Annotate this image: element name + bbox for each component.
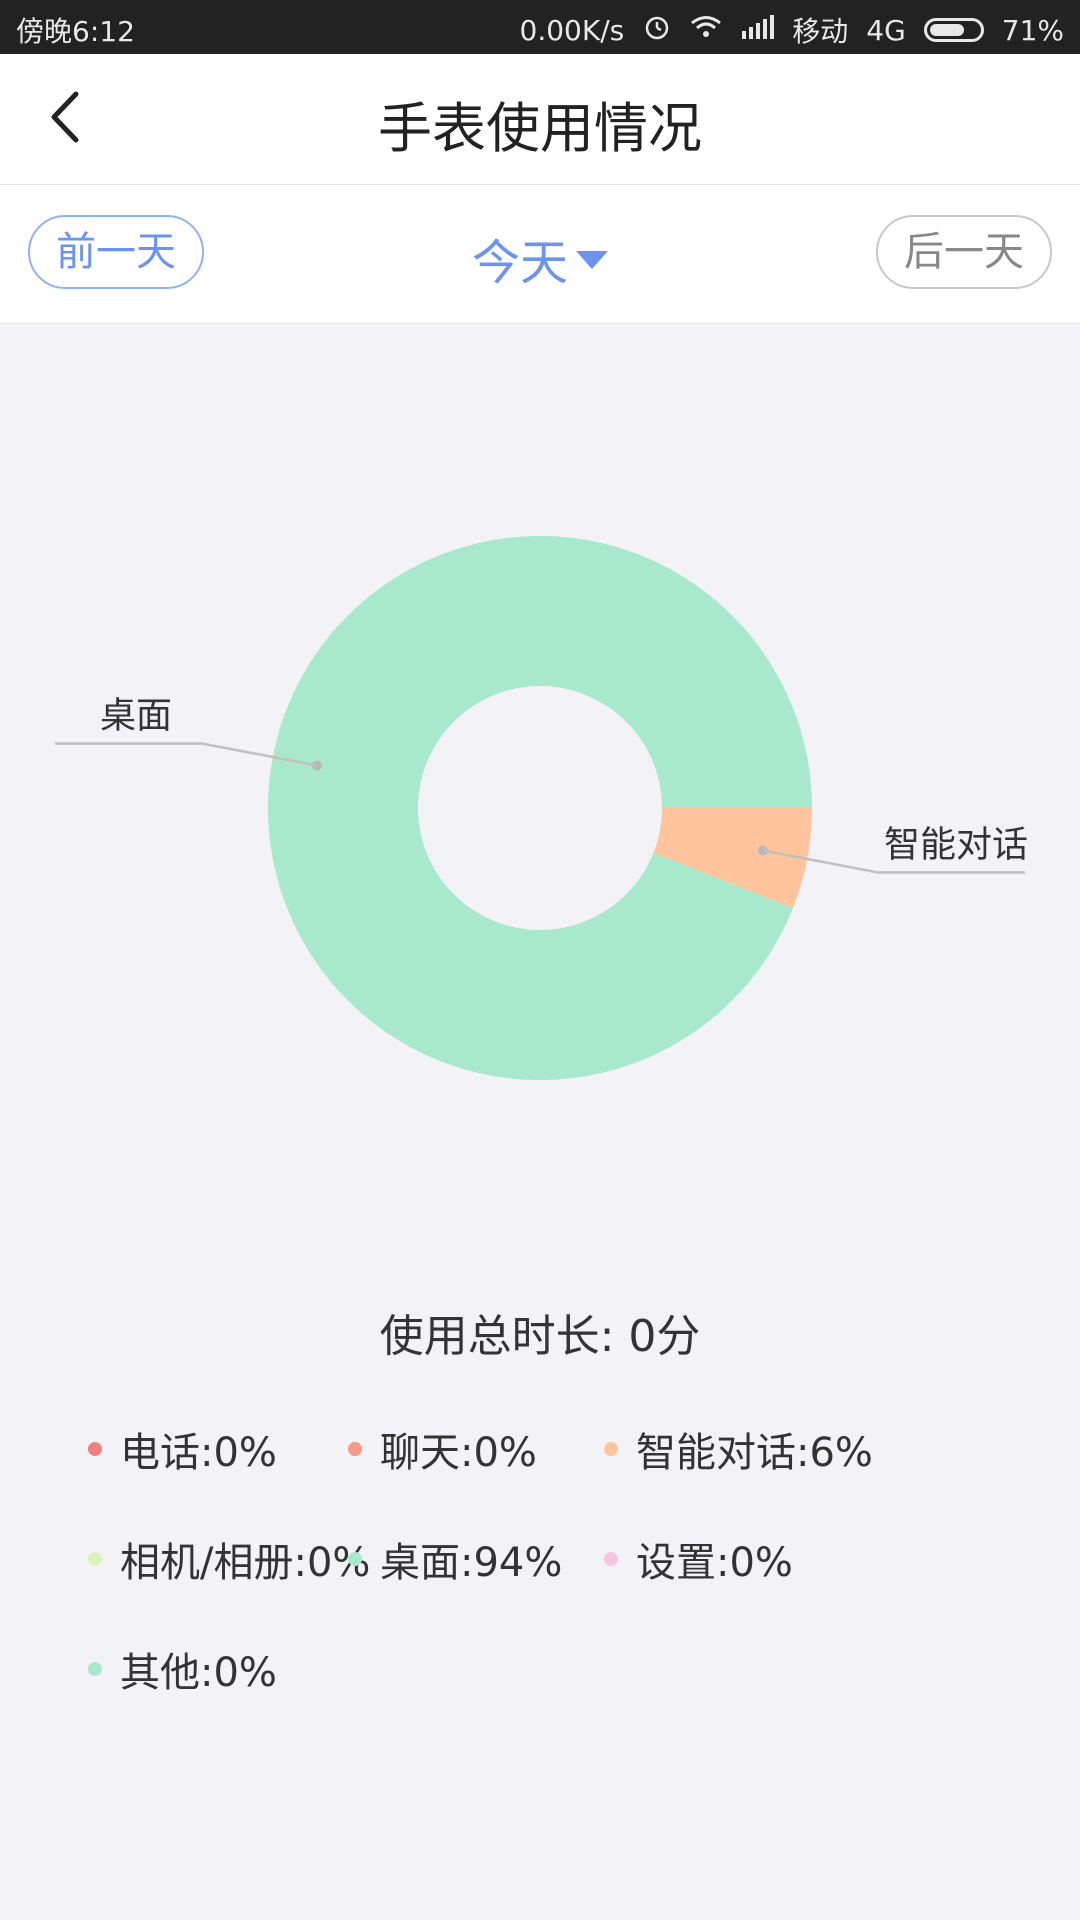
- net-speed: 0.00K/s: [519, 13, 625, 47]
- legend-dot: [348, 1442, 362, 1456]
- total-duration-label: 使用总时长: [379, 1311, 600, 1362]
- legend-label: 电话:0%: [120, 1430, 277, 1476]
- legend-item: 相机/相册:0%: [88, 1530, 370, 1588]
- legend-label: 设置:0%: [636, 1540, 793, 1586]
- caret-down-icon: [576, 251, 608, 269]
- legend-dot: [604, 1442, 618, 1456]
- usage-donut-chart: 桌面智能对话: [55, 536, 1028, 1081]
- usage-chart: 桌面智能对话: [0, 324, 1080, 1224]
- carrier-label: 移动: [792, 15, 849, 48]
- legend-item: 其他:0%: [88, 1640, 277, 1698]
- date-navigation: 前一天 今天 后一天: [0, 185, 1080, 324]
- callout-label-2: 智能对话: [884, 825, 1028, 866]
- callout-label-4: 桌面: [100, 695, 172, 736]
- next-day-button[interactable]: 后一天: [876, 215, 1052, 289]
- battery-fill: [929, 24, 964, 36]
- legend-item: 电话:0%: [88, 1420, 277, 1478]
- page-title: 手表使用情况: [378, 97, 702, 160]
- legend-item: 桌面:94%: [348, 1530, 562, 1588]
- legend-item: 聊天:0%: [348, 1420, 537, 1478]
- date-selector-label: 今天: [471, 235, 568, 291]
- alarm-icon: [642, 12, 672, 49]
- legend-dot: [348, 1552, 362, 1566]
- legend-dot: [88, 1442, 102, 1456]
- title-bar: 手表使用情况: [0, 54, 1080, 185]
- legend-label: 智能对话:6%: [636, 1430, 873, 1476]
- total-duration-value: 0分: [628, 1311, 701, 1362]
- status-icons: 0.00K/s 移动 4G 71%: [520, 10, 1065, 50]
- legend-label: 其他:0%: [120, 1650, 277, 1696]
- total-duration: 使用总时长: 0分: [379, 1311, 701, 1362]
- legend-item: 智能对话:6%: [604, 1420, 873, 1478]
- status-bar: 傍晚6:12 0.00K/s 移动 4G 71%: [0, 0, 1080, 54]
- legend-dot: [88, 1552, 102, 1566]
- battery-percent: 71%: [1001, 13, 1064, 47]
- wifi-icon: [690, 14, 722, 47]
- legend-dot: [604, 1552, 618, 1566]
- signal-icon: [740, 13, 775, 48]
- legend-dot: [88, 1662, 102, 1676]
- legend-label: 相机/相册:0%: [120, 1540, 371, 1586]
- network-type: 4G: [866, 13, 906, 47]
- legend-label: 桌面:94%: [380, 1540, 563, 1586]
- legend-item: 设置:0%: [604, 1530, 793, 1588]
- legend-label: 聊天:0%: [380, 1430, 537, 1476]
- status-time: 傍晚6:12: [16, 15, 135, 48]
- battery-icon: [923, 18, 984, 42]
